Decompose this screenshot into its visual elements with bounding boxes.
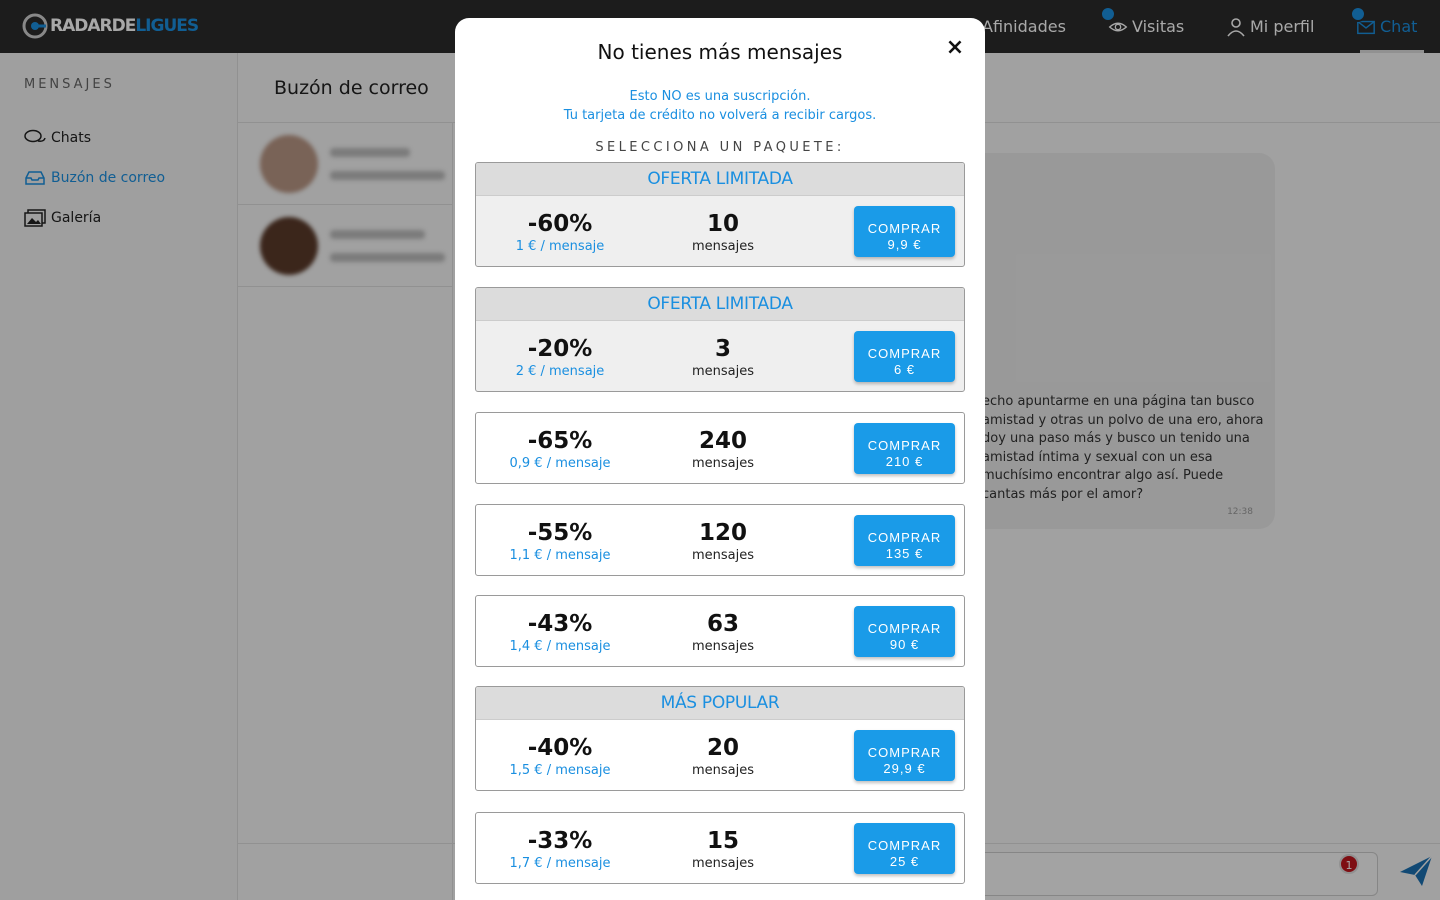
package-unit: mensajes — [664, 639, 782, 654]
package-card: -65% 0,9 € / mensaje 240 mensajes COMPRA… — [475, 412, 965, 484]
package-quantity: 15 — [664, 828, 782, 854]
subscription-notice: Esto NO es una suscripción. Tu tarjeta d… — [455, 87, 985, 125]
package-discount: -65% — [476, 428, 644, 454]
buy-button-label: COMPRAR — [854, 346, 955, 361]
buy-button-label: COMPRAR — [854, 838, 955, 853]
buy-button-price: 9,9 € — [854, 237, 955, 252]
package-tag: OFERTA LIMITADA — [476, 163, 964, 196]
buy-button-label: COMPRAR — [854, 745, 955, 760]
package-unit: mensajes — [664, 856, 782, 871]
package-price-per-message: 1,7 € / mensaje — [476, 856, 644, 871]
modal-title: No tienes más mensajes — [455, 40, 985, 64]
package-unit: mensajes — [664, 763, 782, 778]
notice-line-1: Esto NO es una suscripción. — [455, 87, 985, 106]
package-unit: mensajes — [664, 548, 782, 563]
package-tag: OFERTA LIMITADA — [476, 288, 964, 321]
package-price-per-message: 1,4 € / mensaje — [476, 639, 644, 654]
buy-button-label: COMPRAR — [854, 438, 955, 453]
buy-button-price: 25 € — [854, 854, 955, 869]
buy-button-label: COMPRAR — [854, 621, 955, 636]
package-discount: -20% — [476, 336, 644, 362]
package-card: -43% 1,4 € / mensaje 63 mensajes COMPRAR… — [475, 595, 965, 667]
package-price-per-message: 0,9 € / mensaje — [476, 456, 644, 471]
package-discount: -33% — [476, 828, 644, 854]
buy-button[interactable]: COMPRAR6 € — [854, 331, 955, 382]
package-quantity: 10 — [664, 211, 782, 237]
package-card: MÁS POPULAR -40% 1,5 € / mensaje 20 mens… — [475, 686, 965, 791]
buy-button-label: COMPRAR — [854, 530, 955, 545]
buy-button[interactable]: COMPRAR90 € — [854, 606, 955, 657]
package-quantity: 3 — [664, 336, 782, 362]
package-quantity: 20 — [664, 735, 782, 761]
buy-button-price: 29,9 € — [854, 761, 955, 776]
package-row: -43% 1,4 € / mensaje 63 mensajes COMPRAR… — [476, 596, 964, 666]
package-row: -20% 2 € / mensaje 3 mensajes COMPRAR6 € — [476, 321, 964, 391]
package-row: -65% 0,9 € / mensaje 240 mensajes COMPRA… — [476, 413, 964, 483]
buy-button[interactable]: COMPRAR210 € — [854, 423, 955, 474]
package-unit: mensajes — [664, 456, 782, 471]
buy-messages-modal: No tienes más mensajes × Esto NO es una … — [455, 18, 985, 900]
package-price-per-message: 1,1 € / mensaje — [476, 548, 644, 563]
package-discount: -55% — [476, 520, 644, 546]
close-icon[interactable]: × — [943, 36, 967, 60]
buy-button-price: 90 € — [854, 637, 955, 652]
buy-button[interactable]: COMPRAR135 € — [854, 515, 955, 566]
package-row: -55% 1,1 € / mensaje 120 mensajes COMPRA… — [476, 505, 964, 575]
package-discount: -40% — [476, 735, 644, 761]
package-row: -33% 1,7 € / mensaje 15 mensajes COMPRAR… — [476, 813, 964, 883]
package-price-per-message: 1 € / mensaje — [476, 239, 644, 254]
package-unit: mensajes — [664, 239, 782, 254]
package-quantity: 240 — [664, 428, 782, 454]
package-card: -33% 1,7 € / mensaje 15 mensajes COMPRAR… — [475, 812, 965, 884]
package-discount: -60% — [476, 211, 644, 237]
notice-line-2: Tu tarjeta de crédito no volverá a recib… — [455, 106, 985, 125]
buy-button-label: COMPRAR — [854, 221, 955, 236]
package-card: OFERTA LIMITADA -60% 1 € / mensaje 10 me… — [475, 162, 965, 267]
package-quantity: 120 — [664, 520, 782, 546]
buy-button[interactable]: COMPRAR9,9 € — [854, 206, 955, 257]
buy-button[interactable]: COMPRAR29,9 € — [854, 730, 955, 781]
package-price-per-message: 2 € / mensaje — [476, 364, 644, 379]
package-price-per-message: 1,5 € / mensaje — [476, 763, 644, 778]
buy-button[interactable]: COMPRAR25 € — [854, 823, 955, 874]
package-card: OFERTA LIMITADA -20% 2 € / mensaje 3 men… — [475, 287, 965, 392]
package-discount: -43% — [476, 611, 644, 637]
package-row: -40% 1,5 € / mensaje 20 mensajes COMPRAR… — [476, 720, 964, 790]
package-tag: MÁS POPULAR — [476, 687, 964, 720]
buy-button-price: 6 € — [854, 362, 955, 377]
package-row: -60% 1 € / mensaje 10 mensajes COMPRAR9,… — [476, 196, 964, 266]
package-quantity: 63 — [664, 611, 782, 637]
package-card: -55% 1,1 € / mensaje 120 mensajes COMPRA… — [475, 504, 965, 576]
buy-button-price: 210 € — [854, 454, 955, 469]
package-unit: mensajes — [664, 364, 782, 379]
select-package-label: SELECCIONA UN PAQUETE: — [455, 140, 985, 155]
buy-button-price: 135 € — [854, 546, 955, 561]
